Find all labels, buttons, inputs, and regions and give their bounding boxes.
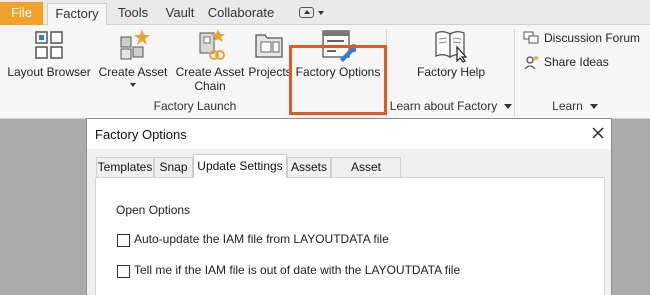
auto-update-label: Auto-update the IAM file from LAYOUTDATA… <box>134 232 389 246</box>
tab-vault[interactable]: Vault <box>160 3 200 25</box>
out-of-date-checkbox[interactable] <box>117 265 130 278</box>
create-asset-label: Create Asset <box>98 65 168 79</box>
create-asset-dropdown-icon[interactable] <box>130 83 136 87</box>
factory-options-highlight-box <box>289 45 387 115</box>
projects-label: Projects <box>248 65 292 79</box>
layout-browser-button[interactable]: Layout Browser <box>4 25 94 95</box>
discussion-forum-label: Discussion Forum <box>544 31 641 45</box>
tab-collaborate[interactable]: Collaborate <box>206 3 276 25</box>
out-of-date-label: Tell me if the IAM file is out of date w… <box>134 263 461 277</box>
ribbon-separator <box>514 29 515 117</box>
create-asset-chain-label-line2: Chain <box>194 79 226 93</box>
dialog-title: Factory Options <box>95 127 187 142</box>
factory-help-label: Factory Help <box>416 65 486 79</box>
layout-browser-icon <box>35 31 63 59</box>
update-settings-panel: Open Options Auto-update the IAM file fr… <box>95 177 605 295</box>
tab-update-settings[interactable]: Update Settings <box>193 154 287 178</box>
close-icon[interactable] <box>587 122 609 144</box>
group-label-learn-about-factory[interactable]: Learn about Factory <box>388 99 514 113</box>
create-asset-icon <box>120 29 150 60</box>
factory-help-icon <box>435 31 468 63</box>
tab-factory[interactable]: Factory <box>47 3 107 26</box>
projects-icon <box>255 34 283 58</box>
ribbon-panel: Layout Browser Create Asset Create Asset… <box>0 25 650 119</box>
create-asset-chain-label: Create Asset Chain <box>174 65 246 93</box>
tab-snap[interactable]: Snap <box>154 157 193 177</box>
create-asset-button[interactable]: Create Asset <box>96 25 170 95</box>
tab-tools[interactable]: Tools <box>112 3 154 25</box>
create-asset-chain-icon <box>199 29 225 60</box>
dialog-body: Templates Snap Update Settings Assets As… <box>87 149 611 295</box>
quick-access-dropdown-icon[interactable] <box>318 11 324 15</box>
group-label-learn[interactable]: Learn <box>545 99 605 113</box>
factory-help-button[interactable]: Factory Help <box>408 25 494 95</box>
share-ideas-label: Share Ideas <box>544 55 609 69</box>
create-asset-chain-label-line1: Create Asset <box>175 65 245 79</box>
open-options-heading: Open Options <box>116 203 191 217</box>
share-ideas-icon <box>524 55 539 70</box>
learn-dropdown-icon[interactable] <box>589 104 598 110</box>
factory-options-dialog: Factory Options Templates Snap Update Se… <box>86 118 612 295</box>
auto-update-checkbox[interactable] <box>117 234 130 247</box>
projects-button[interactable]: Projects <box>246 25 294 95</box>
discussion-forum-icon <box>523 31 539 44</box>
create-asset-chain-button[interactable]: Create Asset Chain <box>174 25 246 95</box>
group-label-learn-text: Learn <box>552 99 583 113</box>
group-label-learn-about-factory-text: Learn about Factory <box>389 99 498 113</box>
tab-templates[interactable]: Templates <box>96 157 154 177</box>
ribbon-tab-bar: File Factory Tools Vault Collaborate <box>0 0 650 26</box>
tab-asset-builder[interactable]: Asset Builder <box>331 157 401 192</box>
group-label-factory-launch: Factory Launch <box>153 99 237 113</box>
quick-access-icon[interactable] <box>299 7 314 18</box>
tab-file[interactable]: File <box>0 2 43 25</box>
layout-browser-label: Layout Browser <box>7 65 91 79</box>
learn-about-factory-dropdown-icon[interactable] <box>504 104 513 110</box>
tab-assets[interactable]: Assets <box>287 157 331 177</box>
